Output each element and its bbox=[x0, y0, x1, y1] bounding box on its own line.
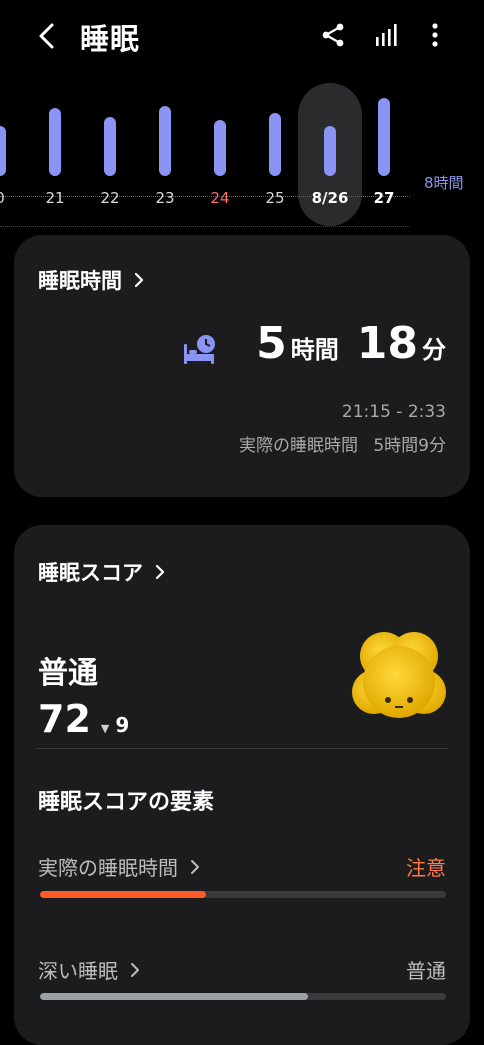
actual-sleep-label: 実際の睡眠時間 bbox=[238, 436, 358, 456]
actual-sleep-value: 5時間9分 bbox=[373, 436, 446, 456]
timeline-day-label[interactable]: 0 bbox=[0, 189, 5, 207]
timeline-day-label[interactable]: 24 bbox=[210, 189, 229, 207]
sleep-score-header[interactable]: 睡眠スコア bbox=[38, 557, 167, 587]
sleep-time-range: 21:15 - 2:33 bbox=[341, 402, 446, 422]
timeline-day-label[interactable]: 23 bbox=[155, 189, 174, 207]
factor-progress-track bbox=[40, 891, 446, 898]
timeline-day-label[interactable]: 21 bbox=[45, 189, 64, 207]
actual-sleep-line: 実際の睡眠時間 5時間9分 bbox=[239, 431, 446, 456]
baseline-line bbox=[0, 226, 410, 227]
timeline-bar[interactable] bbox=[159, 105, 171, 176]
sleep-timeline[interactable]: 8時間 0 21 22 23 24 25 8/26 27 bbox=[0, 78, 484, 228]
timeline-bar[interactable] bbox=[378, 97, 390, 176]
bed-clock-icon bbox=[184, 335, 215, 364]
share-icon[interactable] bbox=[318, 20, 348, 50]
factor-progress-fill bbox=[40, 993, 308, 1000]
factor-progress-fill bbox=[40, 891, 207, 898]
score-factors-title: 睡眠スコアの要素 bbox=[38, 790, 215, 815]
more-options-icon[interactable] bbox=[422, 20, 448, 50]
factor-actual-sleep[interactable]: 実際の睡眠時間 bbox=[38, 852, 202, 881]
sleep-duration-title: 睡眠時間 bbox=[38, 269, 122, 293]
bar-chart-view-icon[interactable] bbox=[372, 20, 402, 50]
timeline-bar[interactable] bbox=[269, 113, 281, 176]
factor-status: 普通 bbox=[406, 959, 446, 983]
chevron-right-icon bbox=[134, 272, 144, 288]
score-delta: 9 bbox=[115, 713, 130, 737]
chevron-right-icon bbox=[131, 962, 139, 977]
sleep-duration-value: 5 時間 18 分 bbox=[256, 318, 446, 369]
duration-minutes-unit: 分 bbox=[422, 336, 446, 364]
factor-label: 実際の睡眠時間 bbox=[38, 856, 178, 880]
back-icon[interactable] bbox=[30, 18, 66, 54]
score-row: 72 ▼ 9 bbox=[38, 697, 129, 741]
duration-hours: 5 bbox=[256, 318, 287, 369]
timeline-bar[interactable] bbox=[49, 108, 61, 176]
factor-deep-sleep[interactable]: 深い睡眠 bbox=[38, 955, 142, 984]
timeline-bar[interactable] bbox=[214, 119, 226, 176]
divider bbox=[36, 748, 448, 749]
duration-hours-unit: 時間 bbox=[290, 336, 339, 364]
chevron-right-icon bbox=[155, 564, 165, 580]
factor-status: 注意 bbox=[406, 856, 446, 880]
factor-progress-track bbox=[40, 993, 446, 1000]
factor-label: 深い睡眠 bbox=[38, 959, 118, 983]
timeline-day-label[interactable]: 8/26 bbox=[312, 189, 349, 207]
timeline-day-label[interactable]: 22 bbox=[100, 189, 119, 207]
score-value: 72 bbox=[38, 697, 91, 741]
chevron-right-icon bbox=[191, 859, 199, 874]
decrease-triangle-icon: ▼ bbox=[100, 722, 110, 735]
timeline-bar[interactable] bbox=[324, 126, 336, 176]
timeline-day-label[interactable]: 27 bbox=[374, 189, 395, 207]
page-title: 睡眠 bbox=[80, 22, 141, 56]
sleep-score-title: 睡眠スコア bbox=[38, 561, 143, 585]
sleep-duration-header[interactable]: 睡眠時間 bbox=[38, 265, 146, 295]
sleep-mascot-image bbox=[352, 632, 446, 718]
timeline-day-label[interactable]: 25 bbox=[265, 189, 284, 207]
timeline-bar[interactable] bbox=[0, 126, 6, 176]
score-level: 普通 bbox=[38, 656, 98, 691]
goal-label: 8時間 bbox=[424, 174, 464, 192]
timeline-bar[interactable] bbox=[104, 116, 116, 176]
duration-minutes: 18 bbox=[356, 318, 418, 369]
